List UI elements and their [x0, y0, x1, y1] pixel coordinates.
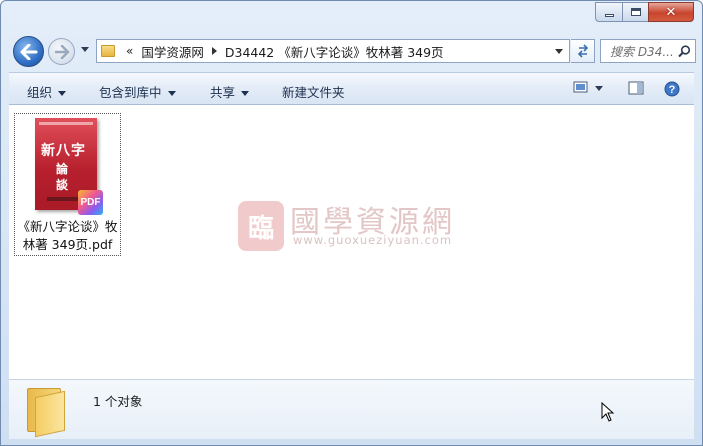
recent-pages-dropdown[interactable] — [81, 47, 89, 52]
help-button[interactable]: ? — [664, 81, 680, 100]
include-in-library-menu[interactable]: 包含到库中 — [99, 82, 176, 101]
chevron-down-icon — [167, 91, 176, 96]
folder-icon — [27, 388, 69, 438]
search-placeholder: 搜索 D34... — [610, 44, 674, 59]
maximize-button[interactable] — [622, 2, 648, 22]
address-bar[interactable]: « 国学资源网 D34442 《新八字论谈》牧林著 349页 — [96, 39, 570, 63]
forward-arrow-icon — [54, 44, 69, 59]
minimize-button[interactable] — [595, 2, 622, 22]
back-arrow-icon — [20, 43, 37, 60]
share-label: 共享 — [210, 85, 236, 100]
breadcrumb-separator-icon[interactable] — [211, 47, 217, 55]
folder-front — [35, 390, 65, 438]
help-icon: ? — [664, 81, 680, 97]
close-icon: ✕ — [665, 4, 677, 20]
navigation-bar: « 国学资源网 D34442 《新八字论谈》牧林著 349页 搜索 D34... — [9, 36, 696, 67]
cover-title: 新八字 — [41, 143, 86, 159]
folder-icon — [101, 45, 115, 57]
file-name[interactable]: 《新八字论谈》牧林著 349页.pdf — [15, 218, 120, 254]
close-button[interactable]: ✕ — [648, 2, 694, 22]
file-item[interactable]: 新八字 論 談 PDF 《新八字论谈》牧林著 349页.pdf — [14, 113, 121, 256]
status-bar: 1 个对象 — [9, 379, 694, 439]
pdf-thumbnail: 新八字 論 談 PDF — [35, 118, 103, 215]
cover-title: 論 — [56, 162, 69, 176]
address-dropdown-icon[interactable] — [555, 49, 563, 54]
file-list[interactable]: 新八字 論 談 PDF 《新八字论谈》牧林著 349页.pdf 臨 國學資源網 … — [9, 105, 694, 379]
watermark-url: www.guoxueziyuan.com — [293, 233, 453, 247]
maximize-icon — [630, 8, 641, 16]
breadcrumb-item[interactable]: D34442 《新八字论谈》牧林著 349页 — [225, 42, 444, 61]
breadcrumb-overflow[interactable]: « — [126, 44, 133, 58]
caption-buttons: ✕ — [595, 2, 694, 22]
preview-pane-button[interactable] — [628, 81, 644, 98]
pdf-icon: PDF — [78, 190, 103, 215]
include-in-library-label: 包含到库中 — [99, 85, 162, 100]
change-view-button[interactable] — [573, 81, 605, 98]
watermark: 臨 國學資源網 www.guoxueziyuan.com — [238, 197, 478, 257]
back-button[interactable] — [13, 36, 44, 67]
mouse-cursor-icon — [601, 402, 615, 422]
item-count: 1 个对象 — [93, 394, 143, 409]
search-input[interactable]: 搜索 D34... — [600, 39, 696, 63]
chevron-down-icon — [58, 91, 67, 96]
view-options-icon — [573, 81, 603, 93]
organize-menu[interactable]: 组织 — [27, 82, 67, 101]
organize-label: 组织 — [27, 85, 53, 100]
explorer-window: ✕ « 国学资源网 D34442 《新八字论谈》牧林著 349页 搜索 D34.… — [0, 0, 703, 446]
new-folder-button[interactable]: 新建文件夹 — [282, 82, 345, 101]
refresh-icon — [577, 44, 588, 58]
breadcrumb-item[interactable]: 国学资源网 — [141, 42, 204, 61]
minimize-icon — [604, 13, 614, 17]
svg-text:?: ? — [669, 84, 676, 96]
watermark-seal: 臨 — [238, 201, 284, 251]
command-bar: 组织 包含到库中 共享 新建文件夹 ? — [9, 72, 694, 105]
chevron-down-icon — [241, 91, 250, 96]
cover-decoration — [39, 122, 93, 125]
share-menu[interactable]: 共享 — [210, 82, 250, 101]
forward-button[interactable] — [48, 38, 75, 65]
search-icon[interactable] — [678, 44, 691, 58]
new-folder-label: 新建文件夹 — [282, 85, 345, 100]
cover-title: 談 — [56, 178, 69, 192]
preview-pane-icon — [628, 81, 644, 95]
refresh-button[interactable] — [571, 39, 595, 63]
